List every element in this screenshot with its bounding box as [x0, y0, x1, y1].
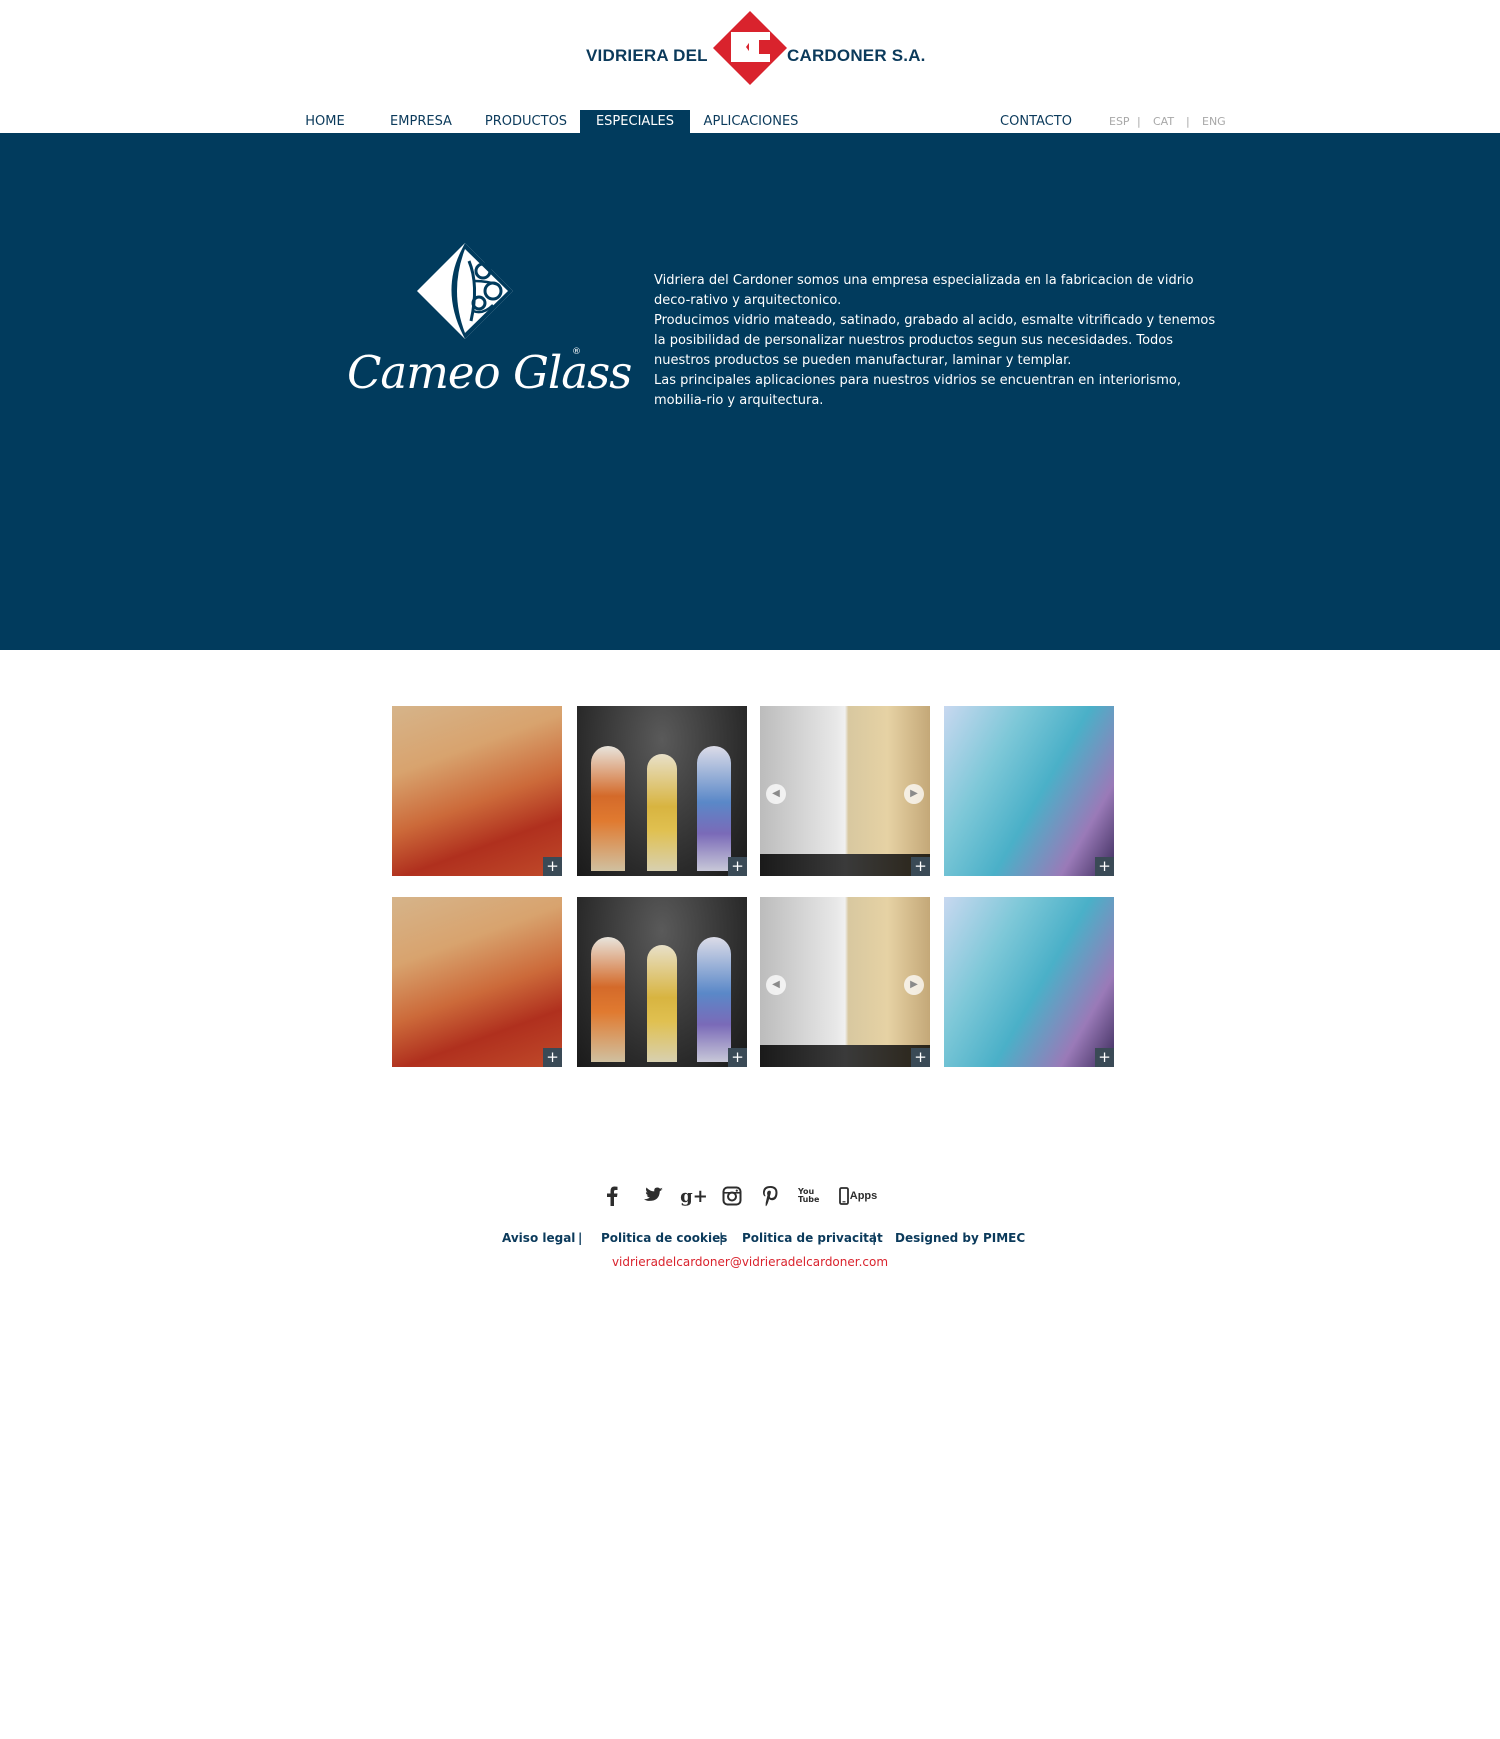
gallery-tile-cathedral[interactable]: + — [577, 897, 747, 1067]
hero-paragraph: Producimos vidrio mateado, satinado, gra… — [654, 313, 1216, 368]
google-plus-icon[interactable]: g+ — [680, 1183, 708, 1209]
footer-separator: | — [578, 1231, 583, 1245]
gallery-tile-blue[interactable]: + — [944, 706, 1114, 876]
gallery-tile-blue[interactable]: + — [944, 897, 1114, 1067]
nav-home[interactable]: HOME — [300, 110, 350, 133]
stained-window — [647, 754, 677, 871]
nav-empresa[interactable]: EMPRESA — [386, 110, 456, 133]
hero-paragraph: Vidriera del Cardoner somos una empresa … — [654, 273, 1194, 308]
nav-productos[interactable]: PRODUCTOS — [481, 110, 571, 133]
instagram-icon[interactable] — [721, 1183, 743, 1209]
stained-window — [697, 937, 731, 1062]
next-arrow-icon[interactable]: ▶ — [904, 975, 924, 995]
gallery-tile-cathedral[interactable]: + — [577, 706, 747, 876]
expand-icon[interactable]: + — [1095, 1048, 1114, 1067]
cameo-diamond-icon — [417, 243, 513, 339]
stained-window — [591, 937, 625, 1062]
footer-link-designed-by[interactable]: Designed by PIMEC — [895, 1231, 1025, 1245]
logo-text-right: CARDONER S.A. — [787, 46, 926, 65]
nav-aplicaciones[interactable]: APLICACIONES — [700, 110, 802, 133]
gallery-tile-before-after[interactable]: ◀ ▶ + — [760, 897, 930, 1067]
lang-separator: | — [1186, 115, 1190, 128]
expand-icon[interactable]: + — [911, 857, 930, 876]
footer-separator: | — [872, 1231, 877, 1245]
twitter-icon[interactable] — [641, 1183, 665, 1209]
gallery-tile-before-after[interactable]: ◀ ▶ + — [760, 706, 930, 876]
lang-esp[interactable]: ESP — [1109, 110, 1130, 133]
prev-arrow-icon[interactable]: ◀ — [766, 784, 786, 804]
apps-label: Apps — [849, 1190, 878, 1202]
hero-paragraph: Las principales aplicaciones para nuestr… — [654, 373, 1182, 408]
expand-icon[interactable]: + — [543, 857, 562, 876]
nav-especiales[interactable]: ESPECIALES — [580, 110, 690, 133]
logo-diamond-icon — [713, 11, 787, 85]
logo-text-left: VIDRIERA DEL — [586, 46, 708, 65]
footer-separator: | — [719, 1231, 724, 1245]
site-header: VIDRIERA DEL CARDONER S.A. HOME EMPRESA … — [0, 0, 1500, 133]
facebook-icon[interactable] — [602, 1183, 622, 1209]
stained-window — [647, 945, 677, 1062]
gallery-tile-orange[interactable]: + — [392, 706, 562, 876]
cameo-glass-wordmark: Cameo Glass — [347, 346, 632, 399]
lang-separator: | — [1137, 115, 1141, 128]
footer-links: Aviso legal | Politica de cookies | Poli… — [0, 1231, 1500, 1249]
apps-icon[interactable]: Apps — [836, 1183, 880, 1209]
lang-eng[interactable]: ENG — [1202, 110, 1226, 133]
lang-cat[interactable]: CAT — [1153, 110, 1174, 133]
stained-window — [697, 746, 731, 871]
expand-icon[interactable]: + — [911, 1048, 930, 1067]
next-arrow-icon[interactable]: ▶ — [904, 784, 924, 804]
registered-mark: ® — [572, 347, 581, 357]
footer-link-aviso-legal[interactable]: Aviso legal — [502, 1231, 575, 1245]
footer-link-cookies[interactable]: Politica de cookies — [601, 1231, 727, 1245]
hero-section: Cameo Glass ® Vidriera del Cardoner somo… — [0, 133, 1500, 650]
youtube-icon[interactable]: You Tube — [798, 1183, 822, 1209]
main-nav: HOME EMPRESA PRODUCTOS ESPECIALES APLICA… — [0, 110, 1500, 133]
prev-arrow-icon[interactable]: ◀ — [766, 975, 786, 995]
expand-icon[interactable]: + — [728, 857, 747, 876]
tile-shadow — [760, 1045, 930, 1067]
contact-email-link[interactable]: vidrieradelcardoner@vidrieradelcardoner.… — [0, 1255, 1500, 1269]
tile-shadow — [760, 854, 930, 876]
expand-icon[interactable]: + — [1095, 857, 1114, 876]
hero-description: Vidriera del Cardoner somos una empresa … — [654, 271, 1224, 411]
pinterest-icon[interactable] — [759, 1183, 781, 1209]
cameo-glass-logo: Cameo Glass ® — [345, 241, 632, 401]
gallery-tile-orange[interactable]: + — [392, 897, 562, 1067]
expand-icon[interactable]: + — [543, 1048, 562, 1067]
footer-link-privacitat[interactable]: Politica de privacitat — [742, 1231, 883, 1245]
social-links: g+ You Tube Apps — [0, 1183, 1500, 1209]
site-logo[interactable]: VIDRIERA DEL CARDONER S.A. — [586, 10, 926, 86]
expand-icon[interactable]: + — [728, 1048, 747, 1067]
nav-contacto[interactable]: CONTACTO — [995, 110, 1077, 133]
stained-window — [591, 746, 625, 871]
